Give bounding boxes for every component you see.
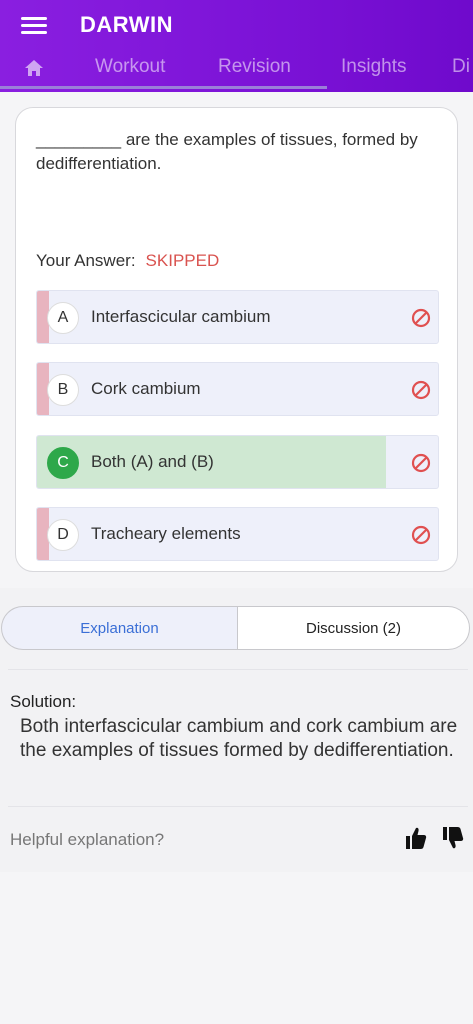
your-answer: Your Answer: SKIPPED [36, 251, 219, 271]
option-a[interactable]: A Interfascicular cambium [36, 290, 439, 344]
tab-explanation[interactable]: Explanation [1, 606, 237, 650]
answer-status: SKIPPED [145, 251, 220, 270]
question-card: _________ are the examples of tissues, f… [15, 107, 458, 572]
tab-explanation-label: Explanation [80, 620, 159, 637]
tab-di[interactable]: Di [452, 56, 470, 78]
option-text: Both (A) and (B) [91, 452, 214, 471]
tab-workout[interactable]: Workout [95, 56, 165, 78]
option-letter: B [47, 374, 79, 406]
divider [8, 806, 468, 807]
question-text: _________ are the examples of tissues, f… [36, 130, 418, 173]
explanation-tabs: Explanation Discussion (2) [0, 606, 473, 650]
option-letter: A [47, 302, 79, 334]
solution-label: Solution: [10, 692, 77, 711]
option-d[interactable]: D Tracheary elements [36, 507, 439, 561]
your-answer-label: Your Answer: [36, 251, 136, 270]
thumbs-down-icon[interactable] [442, 826, 464, 850]
option-text: Cork cambium [91, 379, 201, 398]
option-letter: C [47, 447, 79, 479]
option-letter: D [47, 519, 79, 551]
app-title: DARWIN [80, 12, 174, 37]
tab-discussion-label: Discussion (2) [305, 620, 402, 637]
divider [8, 669, 468, 670]
option-text: Tracheary elements [91, 524, 241, 543]
tab-revision[interactable]: Revision [218, 56, 291, 78]
option-c[interactable]: C Both (A) and (B) [36, 435, 439, 489]
app-bar: DARWIN Workout Revision Insights Di [0, 0, 473, 92]
helpful-prompt: Helpful explanation? [10, 830, 165, 849]
ban-icon [411, 308, 431, 328]
tab-underline [0, 86, 327, 89]
solution-text: Both interfascicular cambium and cork ca… [20, 716, 458, 761]
thumbs-up-icon[interactable] [405, 826, 427, 850]
tab-discussion[interactable]: Discussion (2) [237, 606, 470, 650]
option-text: Interfascicular cambium [91, 307, 271, 326]
menu-icon[interactable] [21, 14, 47, 36]
ban-icon [411, 380, 431, 400]
home-icon[interactable] [24, 59, 44, 77]
tab-insights[interactable]: Insights [341, 56, 406, 78]
ban-icon [411, 525, 431, 545]
option-b[interactable]: B Cork cambium [36, 362, 439, 416]
ban-icon [411, 453, 431, 473]
